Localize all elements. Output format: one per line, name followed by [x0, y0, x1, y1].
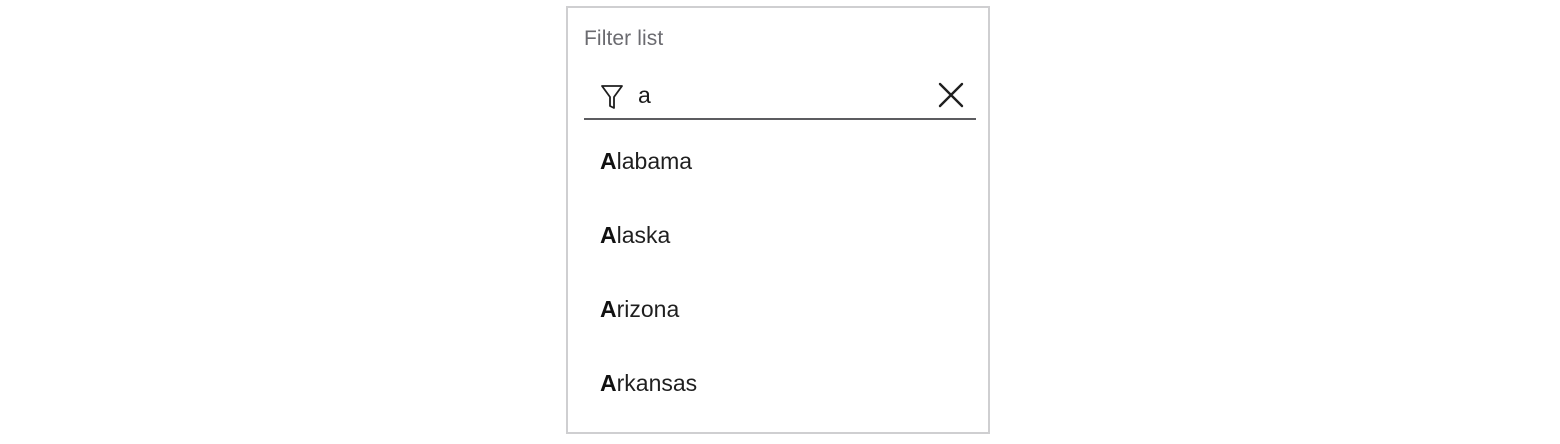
clear-filter-button[interactable]	[938, 82, 964, 108]
list-item-alaska[interactable]: Alaska	[568, 198, 988, 272]
match-highlight: A	[600, 296, 617, 322]
filter-input-row	[584, 72, 976, 120]
filter-input[interactable]	[638, 78, 918, 112]
match-highlight: A	[600, 222, 617, 248]
filter-icon	[600, 84, 624, 110]
item-label-rest: rizona	[616, 296, 680, 322]
filter-list-panel: Filter list Alabama Alaska Arizona Arkan…	[566, 6, 990, 434]
filtered-results-list: Alabama Alaska Arizona Arkansas	[568, 124, 988, 420]
list-item-alabama[interactable]: Alabama	[568, 124, 988, 198]
filter-list-label: Filter list	[584, 27, 664, 50]
list-item-arkansas[interactable]: Arkansas	[568, 346, 988, 420]
list-item-arizona[interactable]: Arizona	[568, 272, 988, 346]
item-label-rest: laska	[616, 222, 671, 248]
match-highlight: A	[600, 370, 617, 396]
close-icon	[938, 82, 964, 108]
item-label-rest: labama	[616, 148, 693, 174]
match-highlight: A	[600, 148, 617, 174]
item-label-rest: rkansas	[616, 370, 698, 396]
